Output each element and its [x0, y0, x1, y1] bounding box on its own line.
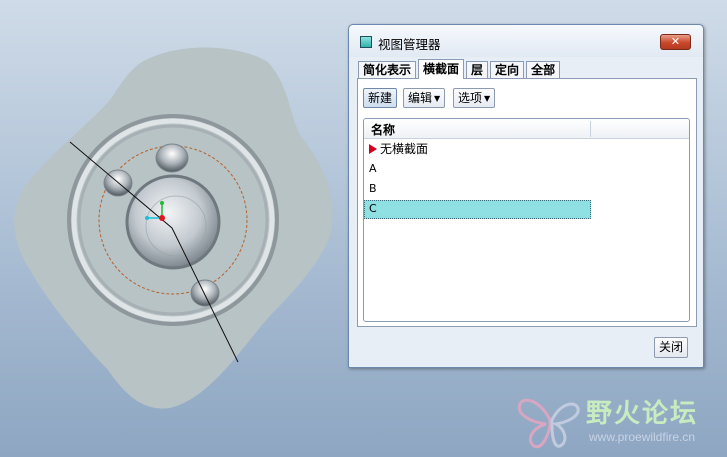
model-part [14, 47, 333, 409]
list-item-label: C [369, 202, 377, 215]
chevron-down-icon: ▼ [434, 94, 441, 103]
list-item[interactable]: B [364, 180, 591, 199]
window-app-icon [360, 36, 372, 48]
options-menu-button[interactable]: 选项 ▼ [453, 88, 496, 108]
tab-simplified-rep[interactable]: 简化表示 [358, 61, 417, 79]
watermark-title: 野火论坛 [586, 399, 699, 429]
tab-all[interactable]: 全部 [526, 61, 561, 79]
list-item-selected[interactable]: C [364, 200, 591, 219]
tab-cross-section[interactable]: 横截面 [418, 59, 465, 79]
tab-orient[interactable]: 定向 [490, 61, 525, 79]
column-divider[interactable] [590, 121, 591, 137]
list-item-label: B [369, 182, 377, 195]
column-header-name[interactable]: 名称 [371, 121, 395, 138]
tab-bar: 简化表示 横截面 层 定向 全部 [358, 59, 562, 79]
list-item[interactable]: A [364, 160, 591, 179]
butterfly-logo-icon [517, 398, 580, 449]
new-button-label: 新建 [368, 91, 393, 105]
current-arrow-icon [369, 144, 377, 154]
edit-button-label: 编辑 [408, 91, 433, 105]
options-button-label: 选项 [458, 91, 483, 105]
watermark-url: www.proewildfire.cn [589, 430, 696, 444]
list-item-label: 无横截面 [380, 142, 429, 156]
close-icon[interactable]: ✕ [660, 34, 691, 50]
new-button[interactable]: 新建 [363, 88, 398, 108]
dialog-titlebar[interactable]: 视图管理器 ✕ [349, 25, 703, 57]
chevron-down-icon: ▼ [484, 94, 491, 103]
tab-layer[interactable]: 层 [466, 61, 489, 79]
list-item-label: A [369, 162, 377, 175]
dialog-title: 视图管理器 [378, 37, 441, 52]
cross-section-panel: 新建 编辑 ▼ 选项 ▼ 名称 无横截面 A B C [357, 78, 697, 327]
close-button[interactable]: 关闭 [653, 337, 688, 358]
list-header: 名称 [364, 119, 689, 139]
list-item[interactable]: 无横截面 [364, 140, 591, 159]
view-manager-dialog: 视图管理器 ✕ 简化表示 横截面 层 定向 全部 新建 编辑 ▼ 选项 ▼ 名称 无… [348, 24, 704, 368]
cross-section-list[interactable]: 名称 无横截面 A B C [363, 118, 690, 322]
edit-menu-button[interactable]: 编辑 ▼ [403, 88, 446, 108]
